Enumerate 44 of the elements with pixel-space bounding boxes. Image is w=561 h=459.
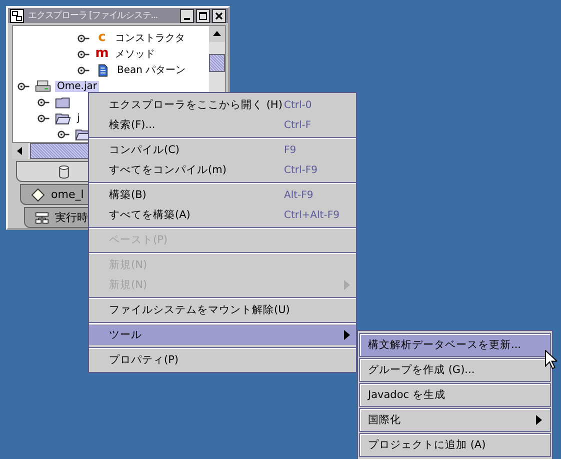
drive-icon <box>35 80 51 92</box>
scroll-left-icon[interactable] <box>12 143 28 159</box>
glyph-icon: m <box>95 47 109 61</box>
menu-item[interactable]: すべてを構築(A) Ctrl+Alt-F9 <box>89 205 356 225</box>
menu-item[interactable]: 検索(F)... Ctrl-F <box>89 115 356 135</box>
node-handle-icon[interactable] <box>57 128 71 140</box>
menu-item[interactable]: ファイルシステムをマウント解除(U) <box>89 300 356 320</box>
window-icon <box>10 8 24 22</box>
tree-item[interactable]: コンストラクタ <box>113 31 187 45</box>
menu-item[interactable]: エクスプローラをここから開く (H)Ctrl-0 <box>89 95 356 115</box>
menu-item[interactable]: プロジェクトに追加 (A) <box>359 433 551 457</box>
node-handle-icon[interactable] <box>37 96 51 108</box>
menu-item[interactable]: 構文解析データベースを更新... <box>359 333 551 357</box>
scroll-up-icon[interactable] <box>209 26 225 42</box>
window-title: エクスプローラ [ファイルシステ... <box>28 9 159 22</box>
close-icon[interactable] <box>212 8 226 22</box>
tree-item[interactable]: j <box>75 112 82 124</box>
mouse-pointer-icon <box>545 350 557 369</box>
menu-item[interactable]: グループを作成 (G)... <box>359 358 551 382</box>
maximize-icon[interactable] <box>196 8 210 22</box>
tree-item[interactable]: Ome.jar <box>55 80 99 92</box>
menu-item[interactable]: 国際化 <box>359 408 551 432</box>
menu-item[interactable]: プロパティ(P) <box>89 350 356 370</box>
menu-item[interactable]: ツール <box>89 325 356 345</box>
diamond-icon <box>31 188 45 202</box>
folder-icon <box>75 128 91 140</box>
network-icon <box>35 210 49 224</box>
menu-item[interactable]: 構築(B) Alt-F9 <box>89 185 356 205</box>
node-handle-icon[interactable] <box>17 80 31 92</box>
scroll-thumb[interactable] <box>209 54 225 72</box>
tree-item[interactable]: Bean パターン <box>115 63 188 77</box>
minimize-icon[interactable] <box>180 8 194 22</box>
node-handle-icon[interactable] <box>77 48 91 60</box>
tree-item[interactable]: メソッド <box>113 47 157 61</box>
node-handle-icon[interactable] <box>77 64 91 76</box>
menu-item[interactable]: コンパイル(C) F9 <box>89 140 356 160</box>
folder-icon <box>55 96 71 108</box>
cylinder-icon <box>57 164 71 178</box>
glyph-icon: c <box>95 31 109 45</box>
menu-item[interactable]: Javadoc を生成 <box>359 383 551 407</box>
node-handle-icon[interactable] <box>77 32 91 44</box>
folder-icon <box>55 112 71 124</box>
node-handle-icon[interactable] <box>37 112 51 124</box>
menu-item[interactable]: すべてをコンパイル(m) Ctrl-F9 <box>89 160 356 180</box>
